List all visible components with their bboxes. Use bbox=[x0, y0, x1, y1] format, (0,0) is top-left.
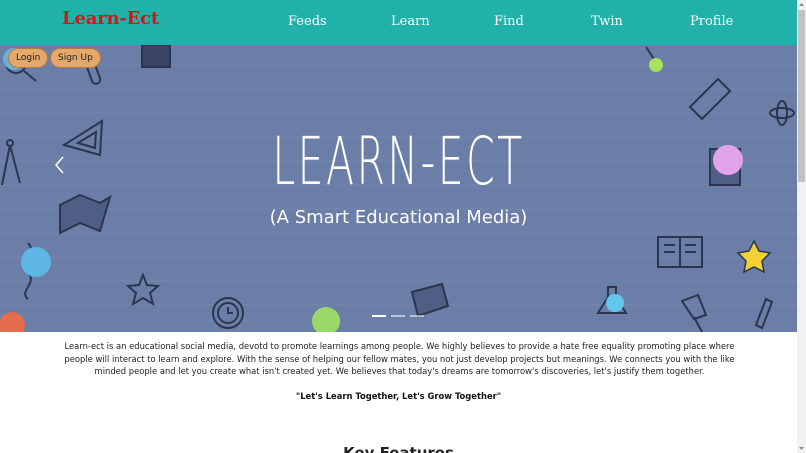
nav-link-twin[interactable]: Twin bbox=[591, 14, 623, 29]
carousel-prev-chevron-icon[interactable] bbox=[53, 155, 67, 175]
hero-carousel: Login Sign Up LEARN-ECT (A Smart Educati… bbox=[0, 45, 797, 332]
nav-link-profile[interactable]: Profile bbox=[690, 14, 733, 29]
carousel-indicator-3[interactable] bbox=[410, 315, 424, 317]
nav-link-learn[interactable]: Learn bbox=[391, 14, 430, 29]
scroll-down-arrow-icon[interactable] bbox=[797, 444, 806, 453]
scroll-thumb[interactable] bbox=[798, 10, 805, 182]
carousel-indicator-1[interactable] bbox=[372, 315, 386, 317]
about-paragraph: Learn-ect is an educational social media… bbox=[64, 341, 735, 377]
nav-link-find[interactable]: Find bbox=[494, 14, 524, 29]
key-features-heading: Key Features bbox=[343, 444, 454, 453]
navbar: Learn-Ect Feeds Learn Find Twin Profile bbox=[0, 0, 797, 45]
brand-logo[interactable]: Learn-Ect bbox=[62, 8, 159, 29]
motto-text: "Let's Learn Together, Let's Grow Togeth… bbox=[295, 391, 502, 401]
signup-button[interactable]: Sign Up bbox=[50, 48, 101, 68]
login-button[interactable]: Login bbox=[8, 48, 49, 68]
hero-title: LEARN-ECT bbox=[272, 123, 525, 200]
carousel-indicator-2[interactable] bbox=[391, 315, 405, 317]
hero-subtitle: (A Smart Educational Media) bbox=[269, 207, 528, 228]
carousel-indicators bbox=[372, 315, 424, 317]
scroll-up-arrow-icon[interactable] bbox=[797, 0, 806, 9]
page-scrollbar[interactable] bbox=[797, 0, 806, 453]
nav-link-feeds[interactable]: Feeds bbox=[288, 14, 327, 29]
page: Learn-Ect Feeds Learn Find Twin Profile bbox=[0, 0, 806, 453]
